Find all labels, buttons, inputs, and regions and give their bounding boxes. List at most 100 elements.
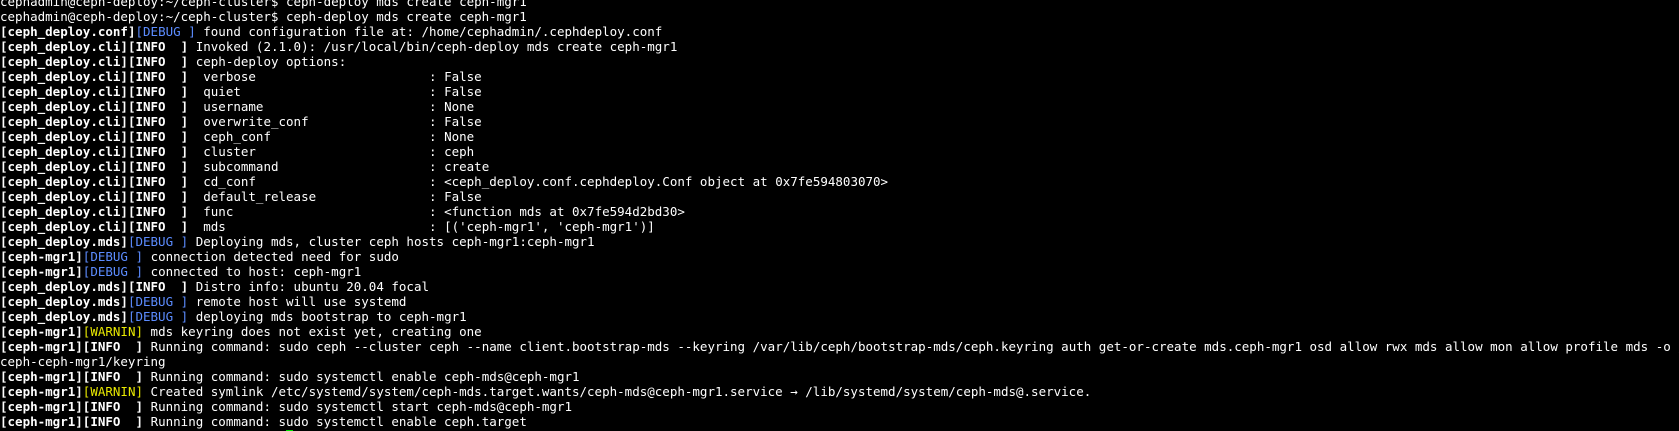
bracket-open: [ [0, 159, 8, 174]
separator [188, 219, 196, 234]
log-level-pad [166, 204, 181, 219]
log-message: Running command: sudo systemctl enable c… [150, 369, 580, 384]
log-source: ceph-mgr1 [7, 369, 76, 384]
bracket-open: [ [0, 24, 8, 39]
log-message: Deploying mds, cluster ceph hosts ceph-m… [195, 234, 595, 249]
log-level: INFO [135, 54, 166, 69]
separator [143, 264, 151, 279]
bracket-close: ] [120, 204, 128, 219]
log-source: ceph_deploy.cli [7, 129, 121, 144]
log-level-pad [166, 84, 181, 99]
log-level: INFO [135, 144, 166, 159]
bracket-open: [ [0, 339, 8, 354]
separator [143, 384, 151, 399]
log-level: INFO [135, 69, 166, 84]
log-level-pad [173, 294, 181, 309]
log-level: INFO [135, 204, 166, 219]
log-level-pad [128, 249, 136, 264]
bracket-close: ] [75, 249, 83, 264]
terminal-line: [ceph_deploy.cli][INFO ] cd_conf : <ceph… [0, 174, 1679, 189]
bracket-close: ] [120, 294, 128, 309]
bracket-close: ] [120, 189, 128, 204]
terminal-line: [ceph-mgr1][WARNIN] Created symlink /etc… [0, 384, 1679, 399]
log-level: INFO [135, 84, 166, 99]
log-message: cluster : ceph [195, 144, 475, 159]
bracket-close: ] [120, 219, 128, 234]
bracket-open: [ [135, 24, 144, 39]
log-source: ceph_deploy.cli [7, 204, 121, 219]
terminal-line: [ceph-mgr1][INFO ] Running command: sudo… [0, 369, 1679, 384]
separator [188, 129, 196, 144]
bracket-open: [ [0, 324, 8, 339]
bracket-open: [ [0, 204, 8, 219]
bracket-close: ] [75, 324, 83, 339]
log-level-pad [166, 114, 181, 129]
terminal-output[interactable]: cephadmin@ceph-deploy:~/ceph-cluster$ ce… [0, 0, 1679, 431]
terminal-line: [ceph-mgr1][DEBUG ] connected to host: c… [0, 264, 1679, 279]
bracket-close: ] [135, 339, 144, 354]
log-level: WARNIN [90, 384, 136, 399]
separator [143, 369, 151, 384]
log-source: ceph_deploy.mds [7, 279, 121, 294]
bracket-close: ] [75, 384, 83, 399]
separator [188, 84, 196, 99]
separator [188, 39, 196, 54]
terminal-text: ceph-ceph-mgr1/keyring [0, 354, 166, 369]
bracket-open: [ [0, 84, 8, 99]
log-message: Invoked (2.1.0): /usr/local/bin/ceph-dep… [195, 39, 678, 54]
terminal-line: [ceph_deploy.cli][INFO ] cluster : ceph [0, 144, 1679, 159]
bracket-close: ] [75, 264, 83, 279]
separator [188, 279, 196, 294]
log-level-pad [166, 189, 181, 204]
bracket-open: [ [0, 309, 8, 324]
log-message: deploying mds bootstrap to ceph-mgr1 [195, 309, 467, 324]
terminal-line: [ceph-mgr1][INFO ] Running command: sudo… [0, 414, 1679, 429]
log-level-pad [120, 414, 135, 429]
log-level: INFO [90, 369, 121, 384]
terminal-line: ceph-ceph-mgr1/keyring [0, 354, 1679, 369]
log-source: ceph_deploy.cli [7, 114, 121, 129]
bracket-close: ] [135, 384, 144, 399]
separator [188, 189, 196, 204]
bracket-close: ] [135, 369, 144, 384]
terminal-line: [ceph_deploy.cli][INFO ] quiet : False [0, 84, 1679, 99]
separator [188, 69, 196, 84]
terminal-line: [ceph_deploy.cli][INFO ] overwrite_conf … [0, 114, 1679, 129]
separator [143, 249, 151, 264]
log-source: ceph_deploy.cli [7, 99, 121, 114]
separator [188, 99, 196, 114]
log-source: ceph_deploy.cli [7, 39, 121, 54]
log-source: ceph_deploy.cli [7, 54, 121, 69]
log-level: INFO [135, 99, 166, 114]
log-level: INFO [135, 114, 166, 129]
log-source: ceph_deploy.cli [7, 159, 121, 174]
log-level: INFO [135, 174, 166, 189]
log-source: ceph-mgr1 [7, 249, 76, 264]
log-message: connection detected need for sudo [150, 249, 399, 264]
terminal-line: [ceph-mgr1][DEBUG ] connection detected … [0, 249, 1679, 264]
log-level: DEBUG [135, 294, 174, 309]
terminal-text: cephadmin@ceph-deploy:~/ceph-cluster$ ce… [0, 9, 527, 24]
log-level: INFO [135, 129, 166, 144]
log-source: ceph_deploy.cli [7, 144, 121, 159]
log-level-pad [166, 219, 181, 234]
log-source: ceph-mgr1 [7, 384, 76, 399]
log-message: ceph-deploy options: [195, 54, 347, 69]
bracket-open: [ [0, 114, 8, 129]
log-level: INFO [135, 279, 166, 294]
log-level-pad [173, 234, 181, 249]
log-message: default_release : False [195, 189, 482, 204]
log-source: ceph_deploy.cli [7, 174, 121, 189]
separator [188, 174, 196, 189]
log-source: ceph_deploy.cli [7, 219, 121, 234]
log-source: ceph_deploy.conf [7, 24, 128, 39]
log-level-pad [166, 69, 181, 84]
log-level: DEBUG [135, 309, 174, 324]
log-level: DEBUG [90, 264, 128, 279]
bracket-close: ] [188, 24, 196, 39]
terminal-line: [ceph_deploy.cli][INFO ] verbose : False [0, 69, 1679, 84]
separator [188, 294, 196, 309]
log-source: ceph_deploy.mds [7, 234, 121, 249]
bracket-close: ] [120, 39, 128, 54]
bracket-open: [ [0, 54, 8, 69]
